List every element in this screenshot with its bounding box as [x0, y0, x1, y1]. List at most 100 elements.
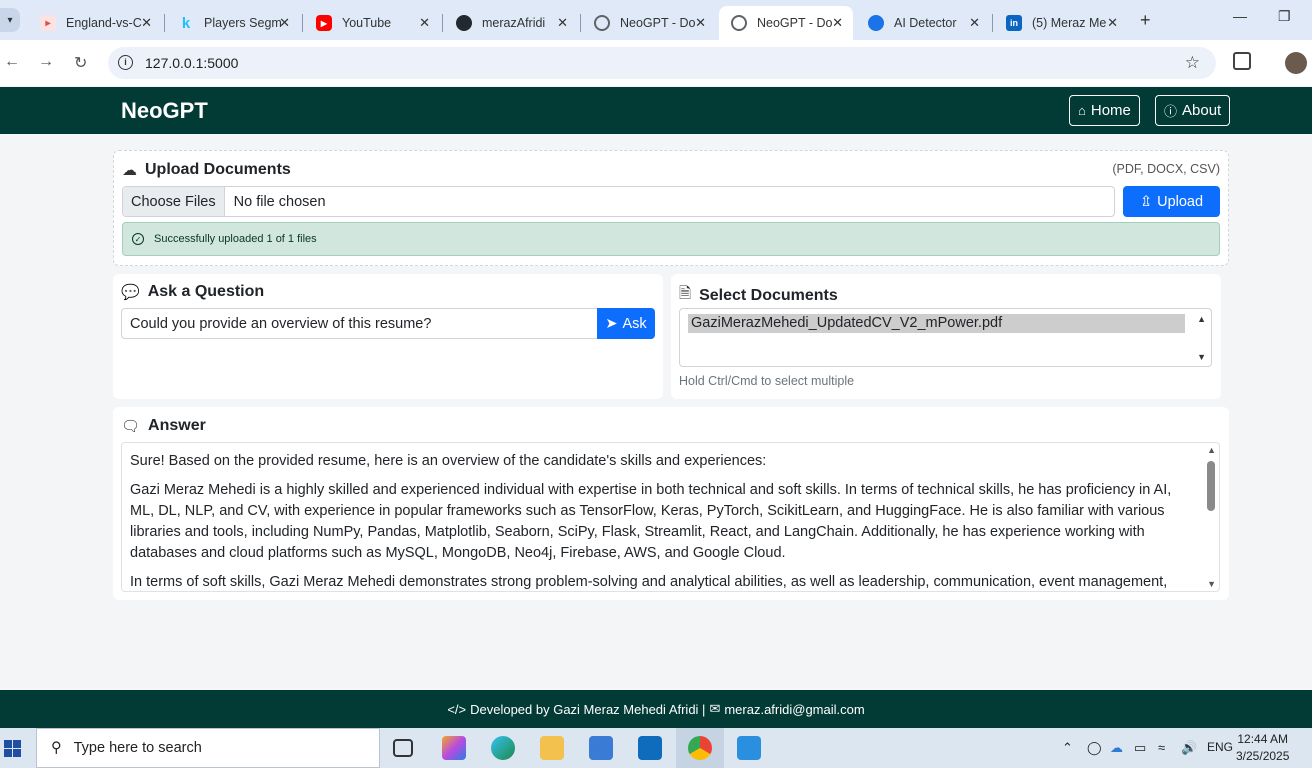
upload-icon: ⇫	[1139, 193, 1153, 210]
scroll-down-arrow-icon[interactable]: ▼	[1197, 352, 1206, 362]
browser-tab[interactable]: AI Detector ✕	[856, 6, 990, 40]
close-icon[interactable]: ✕	[695, 15, 706, 31]
answer-paragraph: Gazi Meraz Mehedi is a highly skilled an…	[130, 482, 1172, 561]
speaker-icon[interactable]: 🔊	[1181, 740, 1197, 756]
upload-title-text: Upload Documents	[145, 161, 291, 178]
taskbar-search-placeholder: Type here to search	[73, 740, 202, 756]
check-circle-icon: ✓	[132, 233, 144, 245]
close-icon[interactable]: ✕	[557, 15, 568, 31]
browser-tab[interactable]: NeoGPT - Do ✕	[582, 6, 716, 40]
ask-card: 💬 Ask a Question Could you provide an ov…	[113, 274, 663, 399]
linkedin-favicon-icon: in	[1006, 15, 1022, 31]
document-option[interactable]: GaziMerazMehedi_UpdatedCV_V2_mPower.pdf	[688, 314, 1185, 333]
chevron-up-icon[interactable]: ⌃	[1062, 740, 1073, 756]
outlook-icon[interactable]	[638, 736, 662, 760]
file-explorer-icon[interactable]	[540, 736, 564, 760]
windows-taskbar: ⚲ Type here to search ⌃ ◯ ☁ ▭ ≈ 🔊 ENG 12…	[0, 728, 1312, 768]
select-title-text: Select Documents	[699, 286, 838, 304]
scroll-up-arrow-icon[interactable]: ▲	[1207, 445, 1216, 455]
bookmark-star-icon[interactable]: ☆	[1185, 53, 1200, 73]
answer-text: Sure! Based on the provided resume, here…	[130, 451, 1190, 591]
answer-scrollbar[interactable]: ▲ ▼	[1206, 443, 1218, 591]
minimize-icon[interactable]: —	[1233, 8, 1247, 24]
document-icon: 🗎	[679, 285, 692, 302]
brand-logo[interactable]: NeoGPT	[121, 98, 208, 124]
site-info-icon[interactable]: i	[118, 55, 133, 70]
choose-files-button[interactable]: Choose Files	[123, 187, 225, 216]
upload-button[interactable]: ⇫ Upload	[1123, 186, 1220, 217]
browser-tab[interactable]: in (5) Meraz Me ✕	[994, 6, 1128, 40]
browser-tab-active[interactable]: NeoGPT - Do ✕	[719, 6, 853, 40]
browser-toolbar: ← → ↻ i 127.0.0.1:5000 ☆	[0, 40, 1312, 86]
answer-paragraph: Sure! Based on the provided resume, here…	[130, 453, 767, 469]
page-footer: </> Developed by Gazi Meraz Mehedi Afrid…	[0, 690, 1312, 728]
close-icon[interactable]: ✕	[832, 15, 843, 31]
language-indicator[interactable]: ENG	[1207, 740, 1233, 754]
pdf-favicon-icon: ▸	[40, 15, 56, 31]
reload-icon[interactable]: ↻	[74, 53, 87, 73]
forward-arrow-icon[interactable]: →	[38, 53, 54, 71]
clock-time: 12:44 AM	[1237, 732, 1289, 746]
home-icon: ⌂	[1078, 103, 1086, 118]
new-tab-icon[interactable]: +	[1140, 10, 1151, 31]
restore-icon[interactable]: ❐	[1278, 8, 1291, 25]
app-navbar: NeoGPT ⌂ Home ⓘ About	[0, 87, 1312, 134]
close-icon[interactable]: ✕	[419, 15, 430, 31]
address-bar[interactable]: i 127.0.0.1:5000 ☆	[108, 47, 1216, 79]
copilot-icon[interactable]	[442, 736, 466, 760]
scrollbar-thumb[interactable]	[1207, 461, 1215, 511]
file-input[interactable]: Choose Files No file chosen	[122, 186, 1115, 217]
task-view-icon[interactable]	[393, 739, 413, 757]
close-icon[interactable]: ✕	[969, 15, 980, 31]
meet-now-icon[interactable]: ◯	[1087, 740, 1102, 756]
answer-card: 🗨 Answer Sure! Based on the provided res…	[113, 407, 1229, 600]
tab-divider	[992, 14, 993, 32]
browser-tab[interactable]: k Players Segm ✕	[166, 6, 300, 40]
scroll-down-arrow-icon[interactable]: ▼	[1207, 579, 1216, 589]
taskbar-search[interactable]: ⚲ Type here to search	[36, 728, 380, 768]
upload-card: ☁ Upload Documents (PDF, DOCX, CSV) Choo…	[113, 150, 1229, 266]
ai-detector-favicon-icon	[868, 15, 884, 31]
edge-icon[interactable]	[491, 736, 515, 760]
tab-divider	[164, 14, 165, 32]
browser-tab-strip: ▾ ▸ England-vs-C ✕ k Players Segm ✕ ▶ Yo…	[0, 0, 1312, 40]
answer-box[interactable]: Sure! Based on the provided resume, here…	[121, 442, 1220, 592]
about-button[interactable]: ⓘ About	[1155, 95, 1231, 126]
ask-card-title: 💬 Ask a Question	[121, 283, 264, 301]
url-text[interactable]: 127.0.0.1:5000	[145, 55, 238, 71]
info-circle-icon: ⓘ	[1164, 104, 1178, 119]
vscode-icon[interactable]	[737, 736, 761, 760]
back-arrow-icon[interactable]: ←	[4, 53, 20, 71]
close-icon[interactable]: ✕	[279, 15, 290, 31]
extensions-icon[interactable]	[1233, 52, 1251, 70]
profile-avatar[interactable]	[1285, 52, 1307, 74]
onedrive-icon[interactable]: ☁	[1110, 740, 1123, 756]
browser-tab[interactable]: ▸ England-vs-C ✕	[28, 6, 162, 40]
about-label: About	[1182, 102, 1222, 119]
tab-divider	[580, 14, 581, 32]
chat-text-icon: 🗨	[121, 418, 141, 435]
globe-favicon-icon	[731, 15, 747, 31]
question-input[interactable]: Could you provide an overview of this re…	[121, 308, 598, 339]
chrome-icon[interactable]	[688, 736, 712, 760]
close-icon[interactable]: ✕	[141, 15, 152, 31]
close-icon[interactable]: ✕	[1107, 15, 1118, 31]
battery-icon[interactable]: ▭	[1134, 740, 1146, 756]
tab-search-button[interactable]: ▾	[0, 8, 20, 32]
scroll-up-arrow-icon[interactable]: ▲	[1197, 314, 1206, 324]
documents-multiselect[interactable]: GaziMerazMehedi_UpdatedCV_V2_mPower.pdf …	[679, 308, 1212, 367]
home-button[interactable]: ⌂ Home	[1069, 95, 1140, 126]
home-label: Home	[1090, 102, 1131, 119]
browser-tab[interactable]: merazAfridi ✕	[444, 6, 578, 40]
globe-favicon-icon	[594, 15, 610, 31]
answer-paragraph: In terms of soft skills, Gazi Meraz Mehe…	[130, 574, 1168, 590]
wifi-icon[interactable]: ≈	[1158, 740, 1165, 755]
success-alert: ✓ Successfully uploaded 1 of 1 files	[122, 222, 1220, 256]
ask-button[interactable]: ➤ Ask	[597, 308, 655, 339]
browser-tab[interactable]: ▶ YouTube ✕	[304, 6, 440, 40]
windows-start-icon[interactable]	[4, 740, 21, 757]
taskbar-clock[interactable]: 12:44 AM 3/25/2025	[1236, 731, 1289, 765]
microsoft-store-icon[interactable]	[589, 736, 613, 760]
youtube-favicon-icon: ▶	[316, 15, 332, 31]
developer-email[interactable]: meraz.afridi@gmail.com	[724, 702, 864, 717]
